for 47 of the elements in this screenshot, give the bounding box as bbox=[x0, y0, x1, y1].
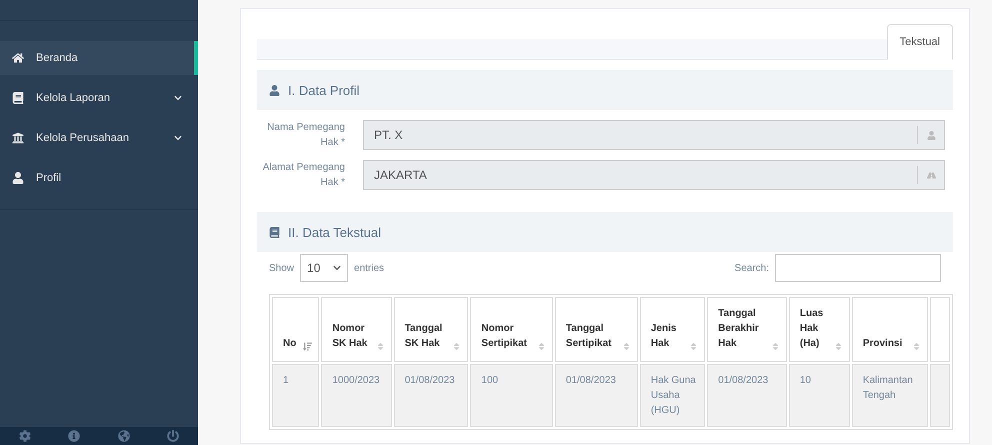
input-field[interactable]: JAKARTA bbox=[363, 160, 945, 190]
column-header[interactable]: Provinsi bbox=[852, 297, 928, 362]
sidebar-item[interactable]: Kelola Laporan bbox=[0, 81, 198, 115]
info-icon[interactable] bbox=[68, 430, 80, 442]
sidebar-item[interactable]: Profil bbox=[0, 161, 198, 195]
section-title: II. Data Tekstual bbox=[288, 224, 381, 240]
column-header[interactable]: Luas Hak (Ha) bbox=[788, 297, 850, 362]
book-icon bbox=[269, 226, 280, 238]
settings-icon[interactable] bbox=[18, 430, 31, 442]
user-icon bbox=[926, 130, 936, 140]
input-field[interactable]: PT. X bbox=[363, 120, 945, 150]
sidebar-item[interactable]: Beranda bbox=[0, 41, 198, 75]
chevron-icon bbox=[333, 264, 342, 272]
power-icon[interactable] bbox=[167, 430, 180, 442]
table-cell: 100 bbox=[470, 364, 553, 427]
table-cell: 1 bbox=[272, 364, 320, 427]
table-cell: 10 bbox=[788, 364, 850, 427]
table-cell: 1000/2023 bbox=[321, 364, 392, 427]
home-icon bbox=[12, 52, 24, 64]
table-cell: 01/08/2023 bbox=[394, 364, 468, 427]
user-icon bbox=[269, 84, 280, 96]
column-header[interactable]: Nomor Sertipikat bbox=[470, 297, 553, 362]
entries-label: entries bbox=[354, 262, 384, 274]
entries-select[interactable]: 10 bbox=[300, 254, 348, 282]
column-header[interactable]: Tanggal SK Hak bbox=[394, 297, 468, 362]
column-header[interactable]: Jenis Hak bbox=[640, 297, 706, 362]
bank-icon bbox=[12, 132, 24, 144]
column-header[interactable]: Tanggal Sertipikat bbox=[554, 297, 638, 362]
show-label: Show bbox=[269, 262, 294, 274]
road-icon bbox=[926, 170, 936, 180]
table-cell: 01/08/2023 bbox=[554, 364, 638, 427]
search-label: Search: bbox=[734, 262, 769, 274]
section-title: I. Data Profil bbox=[288, 82, 360, 98]
table-cell: Kalimantan Tengah bbox=[852, 364, 928, 427]
table-cell: Hak Guna Usaha (HGU) bbox=[640, 364, 706, 427]
sidebar-item[interactable]: Kelola Perusahaan bbox=[0, 121, 198, 155]
globe-icon[interactable] bbox=[118, 430, 130, 442]
field-label: Alamat Pemegang Hak * bbox=[262, 161, 346, 190]
user-icon bbox=[12, 172, 24, 184]
column-header[interactable]: Nomor SK Hak bbox=[321, 297, 392, 362]
tab[interactable]: Tekstual bbox=[886, 24, 953, 60]
book-icon bbox=[12, 92, 24, 104]
field-label: Nama Pemegang Hak * bbox=[266, 121, 346, 150]
column-header[interactable]: No bbox=[272, 297, 320, 362]
search-field[interactable] bbox=[775, 254, 941, 282]
column-header[interactable]: Tanggal Berakhir Hak bbox=[707, 297, 787, 362]
table-cell: 01/08/2023 bbox=[707, 364, 787, 427]
